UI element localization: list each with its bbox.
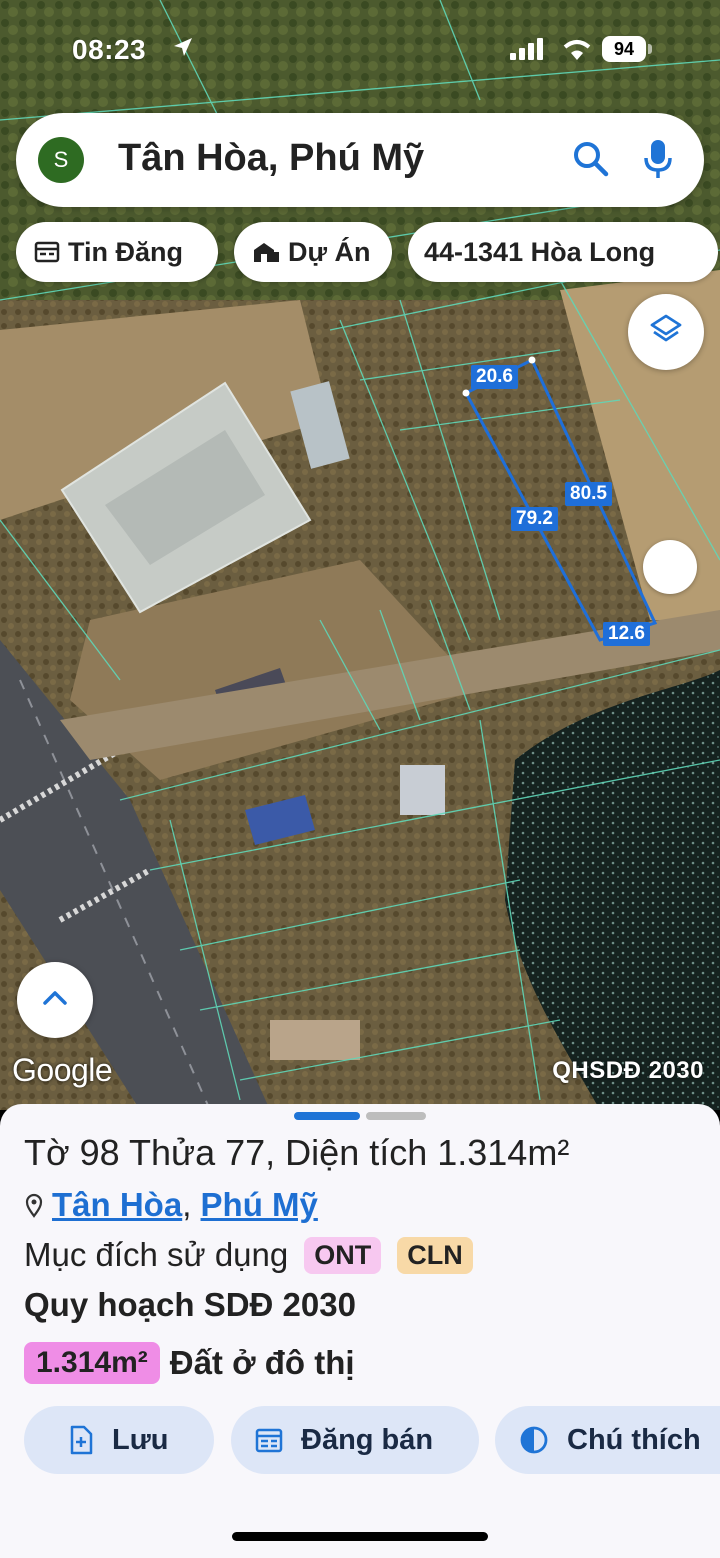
chip-tin-dang[interactable]: Tin Đăng — [16, 222, 218, 282]
plan-land-type: Đất ở đô thị — [169, 1344, 355, 1381]
sheet-page-indicator-active[interactable] — [294, 1112, 360, 1120]
search-icon[interactable] — [572, 140, 610, 183]
search-query-text[interactable]: Tân Hòa, Phú Mỹ — [118, 137, 424, 180]
calendar-icon — [255, 1427, 283, 1453]
map-drag-handle[interactable] — [643, 540, 697, 594]
status-time: 08:23 — [72, 34, 147, 65]
parcel-info-sheet: Tờ 98 Thửa 77, Diện tích 1.314m² Tân Hòa… — [0, 1104, 720, 1558]
battery-level: 94 — [602, 36, 646, 62]
address-ward-link[interactable]: Tân Hòa — [52, 1186, 182, 1223]
chip-parcel-code[interactable]: 44-1341 Hòa Long — [408, 222, 718, 282]
save-button[interactable]: Lưu — [24, 1406, 214, 1474]
chip-label: 44-1341 Hòa Long — [424, 236, 656, 267]
save-button-label: Lưu — [112, 1423, 169, 1456]
home-indicator[interactable] — [232, 1532, 488, 1541]
land-use-purpose: Mục đích sử dụng ONT CLN — [24, 1236, 473, 1274]
post-for-sale-button[interactable]: Đăng bán — [231, 1406, 479, 1474]
microphone-icon[interactable] — [642, 138, 674, 185]
chip-du-an[interactable]: Dự Án — [234, 222, 392, 282]
legend-button-label: Chú thích — [567, 1423, 701, 1456]
expand-up-button[interactable] — [17, 962, 93, 1038]
post-for-sale-label: Đăng bán — [301, 1423, 434, 1456]
layers-icon — [649, 313, 683, 352]
avatar[interactable]: S — [38, 137, 84, 183]
purpose-label: Mục đích sử dụng — [24, 1236, 289, 1273]
dimension-label-left: 79.2 — [511, 507, 558, 531]
address-city-link[interactable]: Phú Mỹ — [201, 1186, 318, 1223]
building-icon — [252, 240, 280, 264]
contrast-icon — [519, 1425, 549, 1455]
chevron-up-icon — [42, 989, 68, 1012]
cellular-signal-icon — [510, 38, 546, 65]
bookmark-add-icon — [68, 1425, 94, 1455]
wifi-icon — [560, 36, 594, 67]
sheet-page-indicator[interactable] — [366, 1112, 426, 1120]
dimension-label-right: 80.5 — [565, 482, 612, 506]
purpose-badge-ont: ONT — [304, 1236, 382, 1274]
parcel-address: Tân Hòa, Phú Mỹ — [24, 1186, 318, 1226]
purpose-badge-cln: CLN — [397, 1236, 473, 1274]
legend-button[interactable]: Chú thích — [495, 1406, 720, 1474]
google-logo: Google — [12, 1052, 113, 1088]
plan-area-badge: 1.314m² — [24, 1342, 160, 1384]
parcel-title: Tờ 98 Thửa 77, Diện tích 1.314m² — [24, 1132, 570, 1173]
search-bar[interactable]: S Tân Hòa, Phú Mỹ — [16, 113, 704, 207]
plan-title: Quy hoạch SDĐ 2030 — [24, 1286, 356, 1323]
plan-area-row: 1.314m² Đất ở đô thị — [24, 1342, 355, 1384]
location-pin-icon — [24, 1188, 44, 1226]
location-arrow-icon — [172, 36, 194, 63]
newspaper-icon — [34, 240, 60, 264]
address-separator: , — [182, 1186, 192, 1223]
chip-label: Tin Đăng — [68, 236, 184, 267]
chip-label: Dự Án — [288, 236, 371, 267]
status-bar: 08:23 94 — [0, 28, 720, 72]
dimension-label-top: 20.6 — [471, 365, 518, 389]
battery-icon: 94 — [602, 36, 652, 62]
dimension-label-bottom: 12.6 — [603, 622, 650, 646]
layers-button[interactable] — [628, 294, 704, 370]
map-plan-label: QHSDĐ 2030 — [552, 1057, 704, 1084]
